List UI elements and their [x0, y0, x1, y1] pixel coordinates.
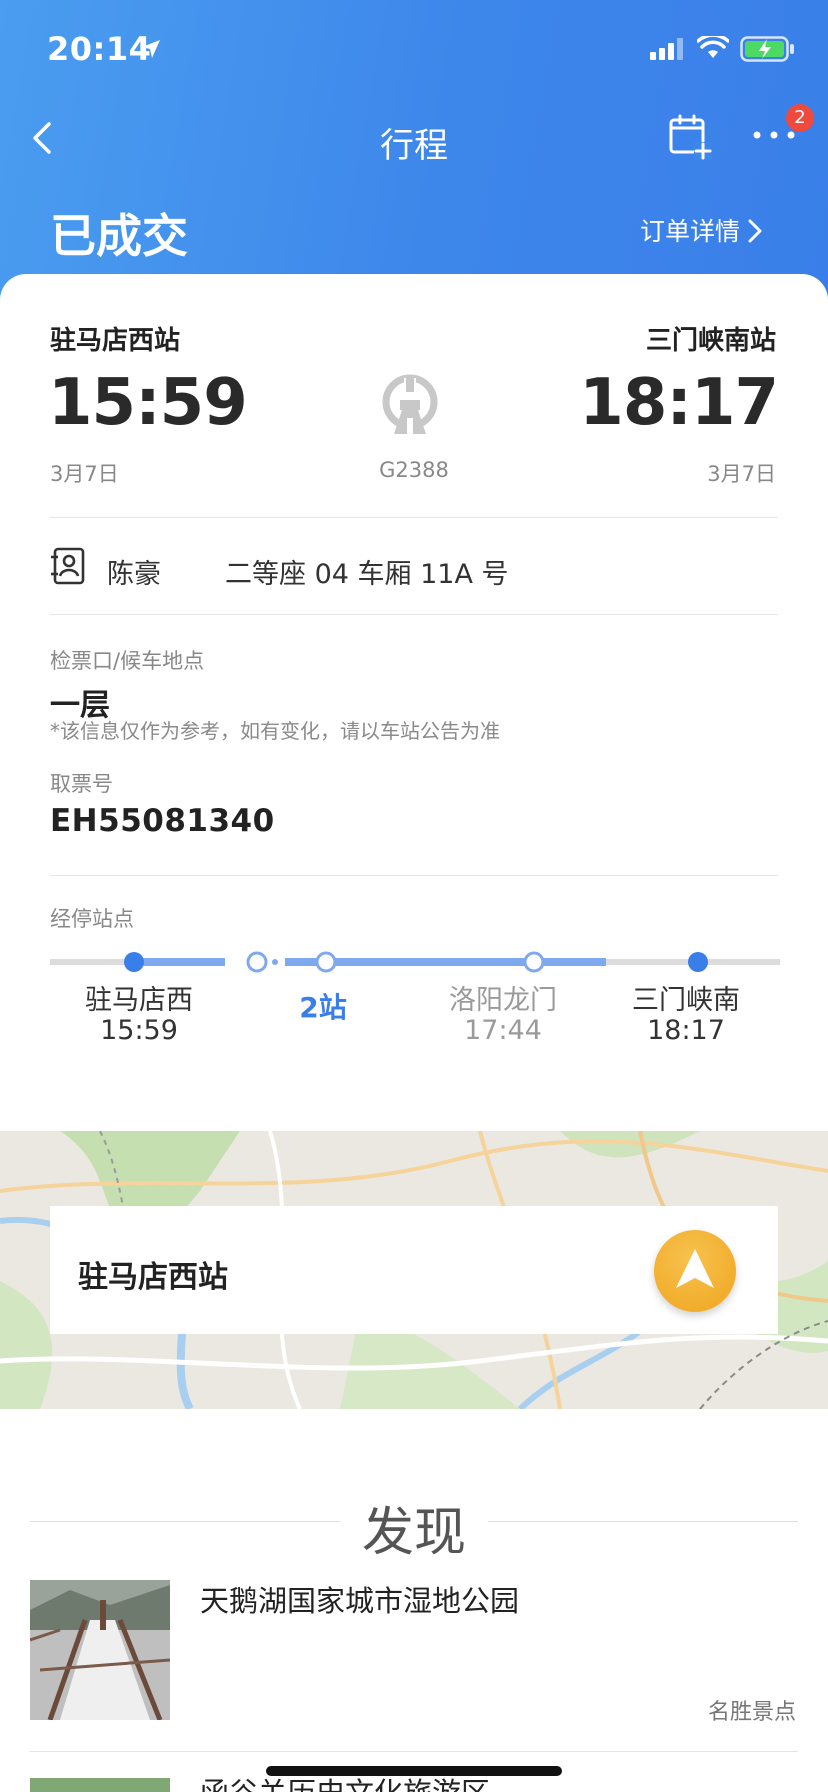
stop-destination: 三门峡南 18:17: [596, 986, 776, 1046]
arrival-time: 18:17: [579, 366, 779, 440]
navigate-button[interactable]: [654, 1230, 736, 1312]
stop-dot-hidden: [246, 951, 268, 973]
divider: [50, 875, 778, 876]
chevron-right-icon: [748, 219, 762, 243]
map-station-name: 驻马店西站: [78, 1260, 228, 1295]
poi-image[interactable]: [30, 1580, 170, 1720]
stops-label: 经停站点: [50, 907, 134, 931]
gate-label: 检票口/候车地点: [50, 649, 205, 673]
status-bar: 20:14: [0, 0, 828, 100]
ticket-label: 取票号: [50, 772, 113, 796]
passenger-id-icon: [51, 547, 85, 585]
stop-dot-origin: [124, 952, 144, 972]
status-time: 20:14: [47, 30, 152, 68]
location-arrow-icon: [142, 40, 160, 58]
navigation-bar: 行程 2: [0, 100, 828, 180]
ticket-number[interactable]: EH55081340: [50, 803, 275, 839]
passenger-name: 陈豪: [107, 559, 161, 590]
ellipsis-dot: [287, 959, 293, 965]
stop-name: 驻马店西: [85, 985, 193, 1016]
more-options-icon[interactable]: [752, 130, 796, 140]
stop-dot-destination: [688, 952, 708, 972]
order-detail-label: 订单详情: [640, 217, 741, 246]
stop-dot-hidden: [315, 951, 337, 973]
stop-origin: 驻马店西 15:59: [49, 986, 229, 1046]
railway-logo-icon: [382, 374, 438, 434]
intermediate-stops-count[interactable]: 2站: [263, 986, 383, 1026]
seat-info: 二等座 04 车厢 11A 号: [225, 559, 509, 590]
train-number: G2388: [379, 458, 449, 482]
stop-time: 15:59: [100, 1015, 178, 1046]
departure-time: 15:59: [48, 366, 248, 440]
order-detail-link[interactable]: 订单详情: [640, 212, 762, 248]
stop-name: 三门峡南: [632, 985, 740, 1016]
battery-charging-icon: [740, 36, 794, 62]
notification-badge: 2: [786, 104, 814, 132]
stop-time: 18:17: [647, 1015, 725, 1046]
gate-note: *该信息仅作为参考，如有变化，请以车站公告为准: [50, 719, 500, 743]
arrival-station: 三门峡南站: [645, 326, 776, 356]
wifi-icon: [697, 36, 729, 58]
cellular-signal-icon: [650, 38, 683, 60]
poi-image[interactable]: [30, 1778, 170, 1792]
divider: [50, 614, 778, 615]
stop-dot-luoyang: [523, 951, 545, 973]
stop-time: 17:44: [464, 1015, 542, 1046]
divider: [50, 517, 778, 518]
discover-title: 发现: [361, 1503, 466, 1563]
stop-name: 洛阳龙门: [449, 985, 557, 1016]
poi-category-tag: 名胜景点: [707, 1700, 796, 1725]
add-to-calendar-icon[interactable]: [668, 114, 714, 160]
navigation-arrow-icon: [676, 1249, 714, 1288]
ellipsis-dot: [272, 959, 278, 965]
poi-title[interactable]: 天鹅湖国家城市湿地公园: [200, 1578, 519, 1620]
divider: [30, 1751, 798, 1752]
order-status: 已成交: [50, 209, 188, 263]
departure-station: 驻马店西站: [50, 326, 181, 356]
stops-timeline[interactable]: [50, 950, 780, 974]
stop-luoyang: 洛阳龙门 17:44: [413, 986, 593, 1046]
home-indicator[interactable]: [266, 1766, 562, 1776]
